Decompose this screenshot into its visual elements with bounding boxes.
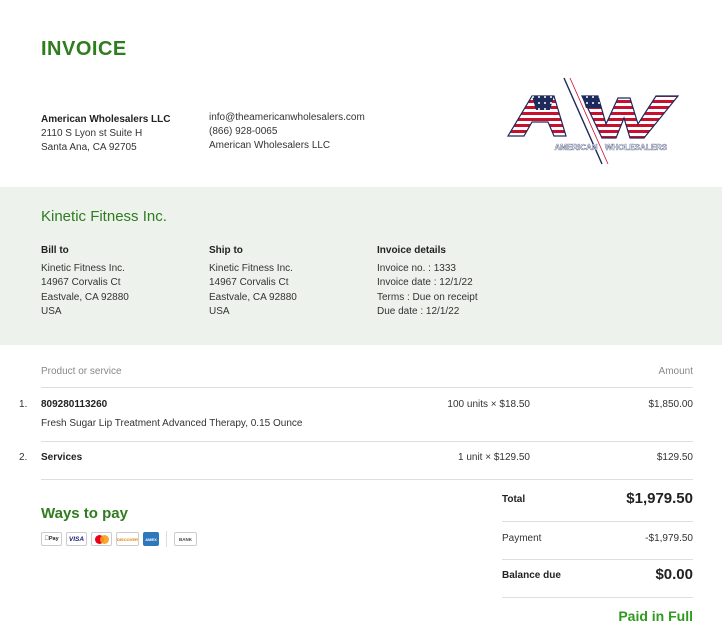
seller-address: American Wholesalers LLC 2110 S Lyon st … [41,113,170,155]
column-header-amount: Amount [658,366,693,377]
seller-name: American Wholesalers LLC [41,114,171,125]
paid-status: Paid in Full [618,608,693,624]
bank-icon: BANK [174,532,197,546]
invoice-title: INVOICE [41,38,127,60]
bill-to-line: USA [41,306,62,318]
summary-divider [502,597,693,598]
seller-contact: info@theamericanwholesalers.com (866) 92… [209,111,365,153]
amex-icon: AMEX [143,532,159,546]
line-item-quantity: 100 units × $18.50 [447,399,530,410]
payment-separator [166,531,167,547]
logo-caption-left: AMERICAN [554,143,597,152]
ship-to-line: USA [209,306,230,318]
customer-name: Kinetic Fitness Inc. [41,208,167,225]
invoice-details-heading: Invoice details [377,245,446,256]
line-item-description: Fresh Sugar Lip Treatment Advanced Thera… [41,418,303,429]
ship-to-heading: Ship to [209,245,243,256]
invoice-due-date: Due date : 12/1/22 [377,306,460,318]
ship-to-line: Kinetic Fitness Inc. [209,262,293,274]
american-wholesalers-logo: AMERICAN WHOLESALERS [506,77,680,165]
invoice-date: Invoice date : 12/1/22 [377,277,473,289]
table-divider [41,441,693,442]
bill-to-heading: Bill to [41,245,69,256]
balance-due-label: Balance due [502,570,561,581]
mastercard-icon [91,532,112,546]
total-value: $1,979.50 [626,490,693,507]
total-label: Total [502,494,526,505]
line-item-amount: $129.50 [656,452,693,463]
bill-to-line: 14967 Corvalis Ct [41,277,121,289]
ship-to-line: Eastvale, CA 92880 [209,291,297,303]
logo-caption-right: WHOLESALERS [605,143,668,152]
bill-to-line: Kinetic Fitness Inc. [41,262,125,274]
balance-due-value: $0.00 [655,566,693,583]
summary-divider [502,521,693,522]
line-item-quantity: 1 unit × $129.50 [457,452,530,463]
discover-icon: DISCOVER [116,532,139,546]
bill-to-block: Bill to Kinetic Fitness Inc. 14967 Corva… [41,244,129,320]
line-item-number: 1. [19,399,28,410]
line-item-name: Services [41,452,83,463]
ways-to-pay-heading: Ways to pay [41,505,128,522]
bill-to-line: Eastvale, CA 92880 [41,291,129,303]
seller-email: info@theamericanwholesalers.com [209,112,365,123]
ship-to-line: 14967 Corvalis Ct [209,277,289,289]
ship-to-block: Ship to Kinetic Fitness Inc. 14967 Corva… [209,244,297,320]
invoice-number: Invoice no. : 1333 [377,262,456,274]
table-divider [41,387,693,388]
apple-pay-label: Pay [46,536,59,542]
line-item-name: 809280113260 [41,399,108,410]
seller-company: American Wholesalers LLC [209,140,331,151]
seller-address-line2: Santa Ana, CA 92705 [41,142,137,153]
visa-icon: VISA [66,532,87,546]
apple-pay-icon: Pay [41,532,62,546]
payment-value: -$1,979.50 [645,533,693,544]
column-header-product: Product or service [41,366,122,377]
invoice-terms: Terms : Due on receipt [377,291,478,303]
invoice-details-block: Invoice details Invoice no. : 1333 Invoi… [377,244,478,320]
seller-phone: (866) 928-0065 [209,126,278,137]
table-divider [41,479,693,480]
line-item-amount: $1,850.00 [648,399,694,410]
payment-methods: Pay VISA DISCOVER AMEX BANK [41,531,197,547]
payment-label: Payment [502,533,542,544]
summary-divider [502,559,693,560]
line-item-number: 2. [19,452,28,463]
seller-address-line1: 2110 S Lyon st Suite H [41,128,143,139]
